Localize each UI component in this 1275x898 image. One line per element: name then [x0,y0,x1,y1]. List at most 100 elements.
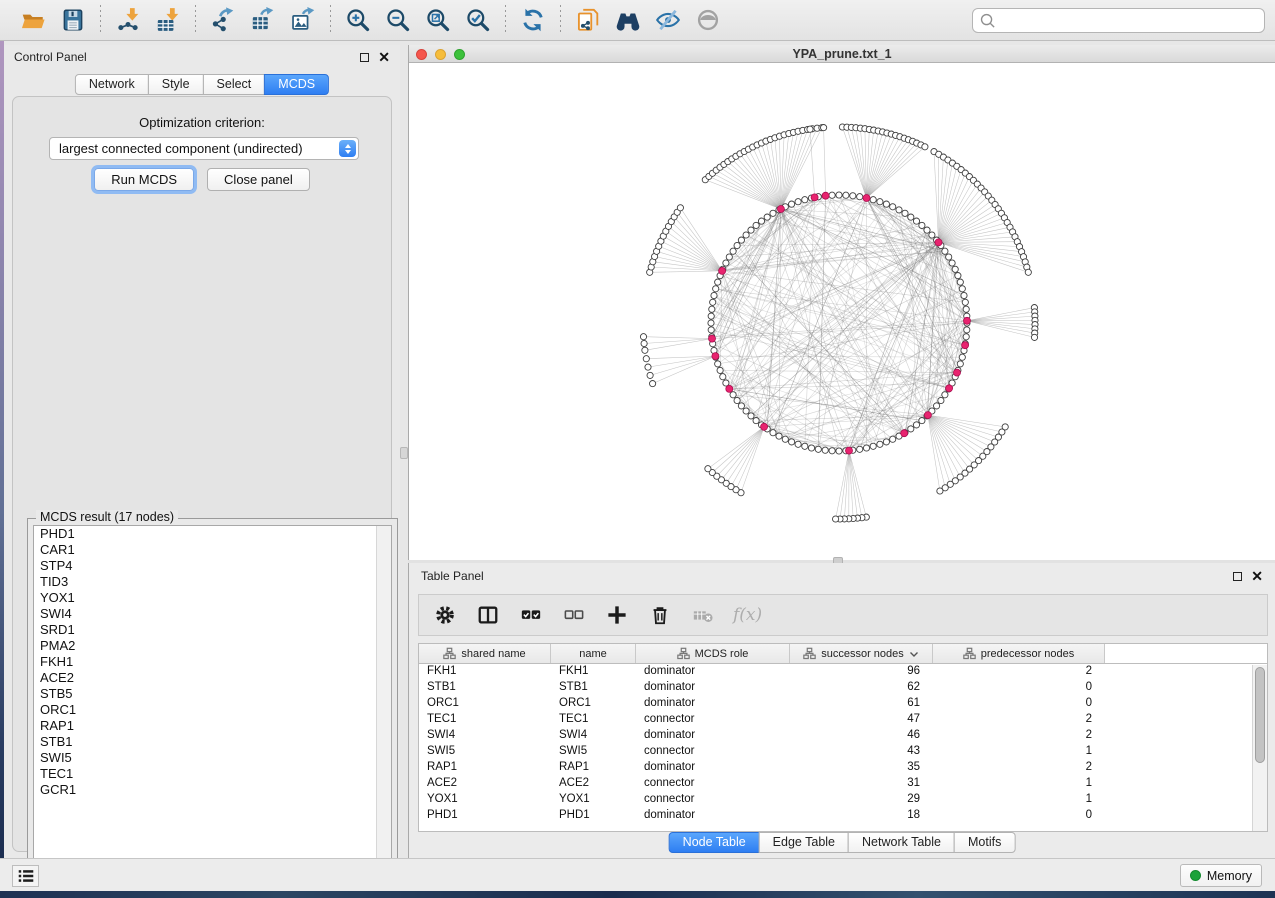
tab-motifs[interactable]: Motifs [954,832,1015,853]
mcds-result-node[interactable]: STB1 [34,734,391,750]
table-cell: RAP1 [419,760,551,776]
tab-edge-table[interactable]: Edge Table [759,832,849,853]
list-icon [17,868,35,884]
column-header-shared-name[interactable]: shared name [419,644,551,663]
table-cell: 1 [933,792,1105,808]
table-row[interactable]: SWI4SWI4dominator462 [419,728,1267,744]
toolbar-group-3 [333,5,503,35]
table-scrollbar[interactable] [1252,665,1267,831]
hide-selected-icon[interactable] [653,5,683,35]
table-row[interactable]: SWI5SWI5connector431 [419,744,1267,760]
zoom-out-icon[interactable] [383,5,413,35]
zoom-in-icon[interactable] [343,5,373,35]
mcds-result-node[interactable]: YOX1 [34,590,391,606]
table-cell: FKH1 [419,664,551,680]
tab-node-table[interactable]: Node Table [669,832,760,853]
select-all-rows-icon[interactable] [518,602,544,628]
mcds-result-node[interactable]: PHD1 [34,526,391,542]
mcds-result-fieldset: MCDS result (17 nodes) PHD1CAR1STP4TID3Y… [27,518,398,886]
tab-mcds[interactable]: MCDS [264,74,329,95]
node-table: shared namenameMCDS rolesuccessor nodesp… [418,643,1268,832]
vertical-splitter-handle[interactable] [400,447,408,459]
status-bar: Memory [0,858,1275,891]
table-row[interactable]: RAP1RAP1dominator352 [419,760,1267,776]
memory-button[interactable]: Memory [1180,864,1262,887]
mcds-result-list[interactable]: PHD1CAR1STP4TID3YOX1SWI4SRD1PMA2FKH1ACE2… [33,525,392,880]
mcds-result-node[interactable]: CAR1 [34,542,391,558]
mcds-result-scrollbar[interactable] [376,526,391,879]
table-cell: ORC1 [419,696,551,712]
float-panel-icon[interactable] [360,53,369,62]
clone-network-icon[interactable] [573,5,603,35]
open-file-icon[interactable] [18,5,48,35]
table-cell: STB1 [419,680,551,696]
control-panel-tabs: NetworkStyleSelectMCDS [75,74,329,95]
optimization-criterion-select[interactable]: largest connected component (undirected) [49,137,359,160]
mcds-result-node[interactable]: TID3 [34,574,391,590]
delete-column-icon[interactable] [647,602,673,628]
mcds-result-node[interactable]: ORC1 [34,702,391,718]
save-session-icon[interactable] [58,5,88,35]
function-builder-icon: f(x) [733,605,762,625]
mcds-result-node[interactable]: STB5 [34,686,391,702]
close-panel-button[interactable]: Close panel [207,168,310,191]
table-scrollbar-thumb[interactable] [1255,667,1265,763]
add-column-icon[interactable] [604,602,630,628]
run-mcds-button[interactable]: Run MCDS [94,168,194,191]
deselect-all-rows-icon[interactable] [561,602,587,628]
mcds-result-node[interactable]: SWI5 [34,750,391,766]
table-panel-titlebar: Table Panel ✕ [409,563,1275,589]
column-header-predecessor-nodes[interactable]: predecessor nodes [933,644,1105,663]
export-image-icon[interactable] [288,5,318,35]
export-table-icon[interactable] [248,5,278,35]
mcds-result-node[interactable]: GCR1 [34,782,391,798]
mcds-result-node[interactable]: TEC1 [34,766,391,782]
table-cell: SWI4 [419,728,551,744]
table-row[interactable]: YOX1YOX1connector291 [419,792,1267,808]
mcds-result-node[interactable]: SRD1 [34,622,391,638]
float-table-panel-icon[interactable] [1233,572,1242,581]
tab-network-table[interactable]: Network Table [848,832,955,853]
window-close-icon[interactable] [416,49,427,60]
zoom-selected-icon[interactable] [463,5,493,35]
show-panels-button[interactable] [12,865,39,887]
table-row[interactable]: PHD1PHD1dominator180 [419,808,1267,824]
show-columns-icon[interactable] [475,602,501,628]
import-table-icon[interactable] [153,5,183,35]
mcds-result-node[interactable]: SWI4 [34,606,391,622]
table-cell: 1 [933,744,1105,760]
mcds-result-node[interactable]: FKH1 [34,654,391,670]
table-cell: 2 [933,760,1105,776]
column-header-MCDS-role[interactable]: MCDS role [636,644,790,663]
table-row[interactable]: FKH1FKH1dominator962 [419,664,1267,680]
window-minimize-icon[interactable] [435,49,446,60]
close-panel-icon[interactable]: ✕ [378,52,390,62]
column-header-successor-nodes[interactable]: successor nodes [790,644,933,663]
zoom-fit-icon[interactable] [423,5,453,35]
network-search-input[interactable] [972,8,1265,33]
settings-gear-icon[interactable] [432,602,458,628]
refresh-network-icon[interactable] [518,5,548,35]
table-row[interactable]: TEC1TEC1connector472 [419,712,1267,728]
import-network-icon[interactable] [113,5,143,35]
table-row[interactable]: STB1STB1dominator620 [419,680,1267,696]
tab-network[interactable]: Network [75,74,149,95]
mcds-result-node[interactable]: RAP1 [34,718,391,734]
column-header-name[interactable]: name [551,644,636,663]
network-canvas[interactable] [409,63,1275,559]
export-network-icon[interactable] [208,5,238,35]
window-maximize-icon[interactable] [454,49,465,60]
toolbar-separator [100,5,101,35]
table-cell: dominator [636,680,790,696]
table-row[interactable]: ACE2ACE2connector311 [419,776,1267,792]
table-row[interactable]: ORC1ORC1dominator610 [419,696,1267,712]
table-cell: 31 [790,776,933,792]
mcds-result-node[interactable]: STP4 [34,558,391,574]
mcds-result-node[interactable]: ACE2 [34,670,391,686]
mcds-result-node[interactable]: PMA2 [34,638,391,654]
tab-select[interactable]: Select [203,74,266,95]
tab-style[interactable]: Style [148,74,204,95]
first-neighbors-icon[interactable] [613,5,643,35]
select-stepper-icon [339,140,356,157]
close-table-panel-icon[interactable]: ✕ [1251,571,1263,581]
